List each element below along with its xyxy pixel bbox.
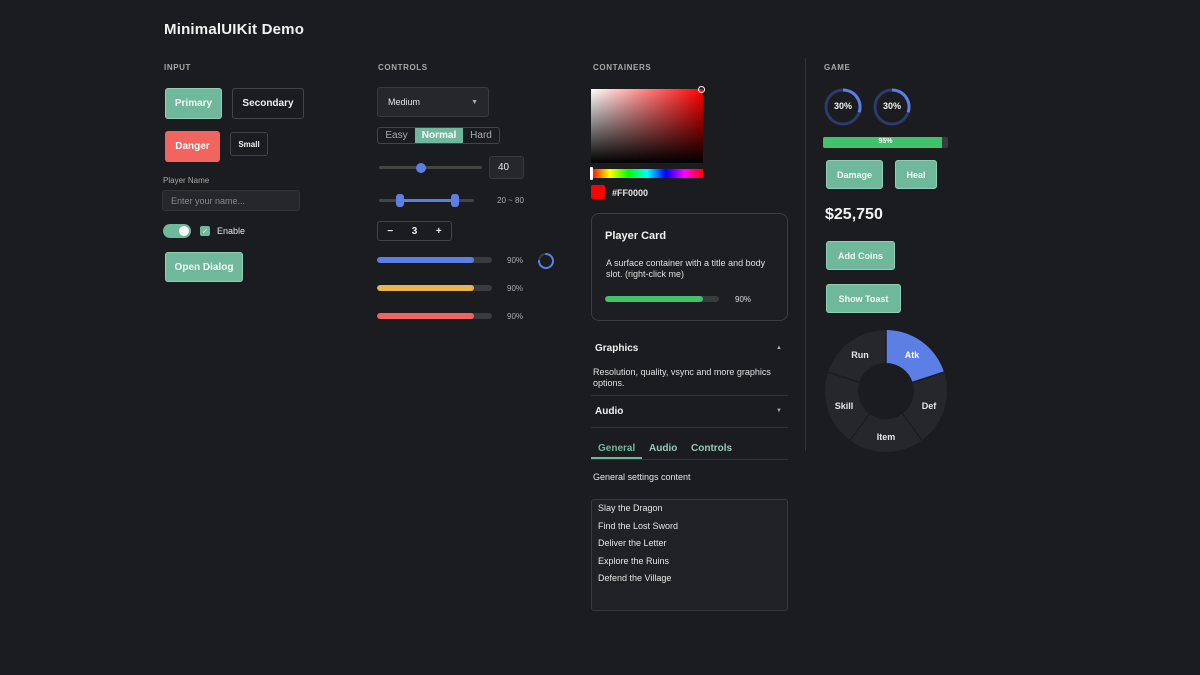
section-label-game: GAME: [824, 63, 851, 72]
hue-slider[interactable]: [591, 169, 703, 178]
progress-bar-yellow: [377, 285, 492, 291]
accordion-audio-header[interactable]: Audio ▼: [591, 400, 788, 422]
page-title: MinimalUIKit Demo: [164, 21, 305, 38]
accordion-divider: [591, 395, 788, 396]
accordion-graphics-title: Graphics: [595, 343, 639, 354]
tab-bar-line: [591, 459, 788, 460]
tab-active-indicator: [591, 457, 642, 459]
range-thumb-low[interactable]: [396, 194, 404, 207]
enable-checkbox[interactable]: ✓: [200, 226, 210, 236]
slider-thumb[interactable]: [416, 163, 426, 173]
difficulty-segmented: Easy Normal Hard: [377, 127, 500, 144]
radial-menu: Atk Def Item Skill Run: [825, 330, 947, 452]
progress-label: 90%: [507, 312, 524, 321]
stepper-value: 3: [411, 225, 418, 237]
segment-hard[interactable]: Hard: [463, 128, 499, 143]
slider-value-box[interactable]: 40: [489, 156, 524, 179]
circular-progress-label: 30%: [833, 101, 852, 111]
accordion-audio-title: Audio: [595, 406, 624, 417]
tab-general[interactable]: General: [598, 443, 635, 454]
primary-button[interactable]: Primary: [165, 88, 222, 119]
card-progress-fill: [605, 296, 704, 302]
section-label-controls: CONTROLS: [378, 63, 428, 72]
progress-bar-red: [377, 313, 492, 319]
slider-track[interactable]: [379, 166, 482, 169]
loading-spinner-icon: [538, 253, 554, 269]
list-item[interactable]: Explore the Ruins: [592, 553, 787, 571]
open-dialog-button[interactable]: Open Dialog: [165, 252, 243, 282]
dropdown-value: Medium: [388, 97, 421, 107]
difficulty-dropdown[interactable]: Medium ▼: [377, 87, 489, 117]
toggle-knob: [179, 226, 189, 236]
radial-label-item: Item: [877, 432, 896, 442]
segment-normal[interactable]: Normal: [415, 128, 463, 143]
hue-slider-handle[interactable]: [590, 167, 593, 180]
circular-progress-label: 30%: [882, 101, 901, 111]
minus-icon[interactable]: −: [378, 226, 402, 237]
card-title: Player Card: [605, 230, 667, 242]
quantity-stepper: − 3 +: [377, 221, 452, 241]
section-label-containers: CONTAINERS: [593, 63, 652, 72]
color-swatch: [591, 185, 605, 199]
chevron-up-icon: ▲: [776, 345, 782, 351]
player-name-label: Player Name: [163, 176, 210, 185]
segment-easy[interactable]: Easy: [378, 128, 415, 143]
progress-label: 90%: [507, 284, 524, 293]
heal-button[interactable]: Heal: [895, 160, 937, 189]
card-progress-bar: [605, 296, 719, 302]
tab-content: General settings content: [593, 472, 691, 482]
list-item[interactable]: Deliver the Letter: [592, 535, 787, 553]
color-picker-handle[interactable]: [698, 86, 705, 93]
list-item[interactable]: Slay the Dragon: [592, 500, 787, 518]
section-label-input: INPUT: [164, 63, 191, 72]
accordion-graphics-header[interactable]: Graphics ▲: [591, 337, 788, 359]
add-coins-button[interactable]: Add Coins: [826, 241, 895, 270]
range-fill: [399, 199, 455, 202]
accordion-graphics-body: Resolution, quality, vsync and more grap…: [593, 367, 771, 388]
radial-label-run: Run: [851, 350, 869, 360]
health-bar: 95%: [823, 137, 948, 148]
secondary-button[interactable]: Secondary: [232, 88, 304, 119]
range-value-text: 20 ~ 80: [497, 196, 524, 205]
color-hex-value: #FF0000: [612, 188, 649, 198]
accordion-divider: [591, 427, 788, 428]
column-divider: [805, 58, 806, 451]
progress-fill: [377, 313, 474, 319]
tab-controls[interactable]: Controls: [691, 443, 732, 454]
list-item[interactable]: Find the Lost Sword: [592, 518, 787, 536]
enable-toggle[interactable]: [163, 224, 191, 238]
tab-audio[interactable]: Audio: [649, 443, 677, 454]
quest-list: Slay the Dragon Find the Lost Sword Deli…: [591, 499, 788, 611]
radial-label-atk: Atk: [905, 350, 920, 360]
progress-fill: [377, 285, 474, 291]
danger-button[interactable]: Danger: [165, 131, 220, 162]
plus-icon[interactable]: +: [427, 226, 451, 237]
card-body: A surface container with a title and bod…: [606, 258, 766, 279]
radial-label-def: Def: [922, 401, 938, 411]
show-toast-button[interactable]: Show Toast: [826, 284, 901, 313]
chevron-down-icon: ▼: [776, 408, 782, 414]
health-bar-label: 95%: [878, 138, 893, 145]
progress-bar-blue: [377, 257, 492, 263]
small-button[interactable]: Small: [230, 132, 268, 156]
range-thumb-high[interactable]: [451, 194, 459, 207]
card-progress-label: 90%: [735, 295, 752, 304]
enable-checkbox-label: Enable: [217, 226, 246, 236]
player-card[interactable]: Player Card A surface container with a t…: [591, 213, 788, 321]
checkmark-icon: ✓: [201, 226, 209, 236]
player-name-input[interactable]: Enter your name...: [162, 190, 300, 211]
radial-label-skill: Skill: [835, 401, 854, 411]
chevron-down-icon: ▼: [471, 98, 478, 106]
player-name-placeholder: Enter your name...: [171, 195, 246, 206]
list-item[interactable]: Defend the Village: [592, 570, 787, 588]
color-picker-area[interactable]: [591, 89, 703, 163]
progress-fill: [377, 257, 474, 263]
damage-button[interactable]: Damage: [826, 160, 883, 189]
progress-label: 90%: [507, 256, 524, 265]
money-counter: $25,750: [825, 206, 883, 223]
